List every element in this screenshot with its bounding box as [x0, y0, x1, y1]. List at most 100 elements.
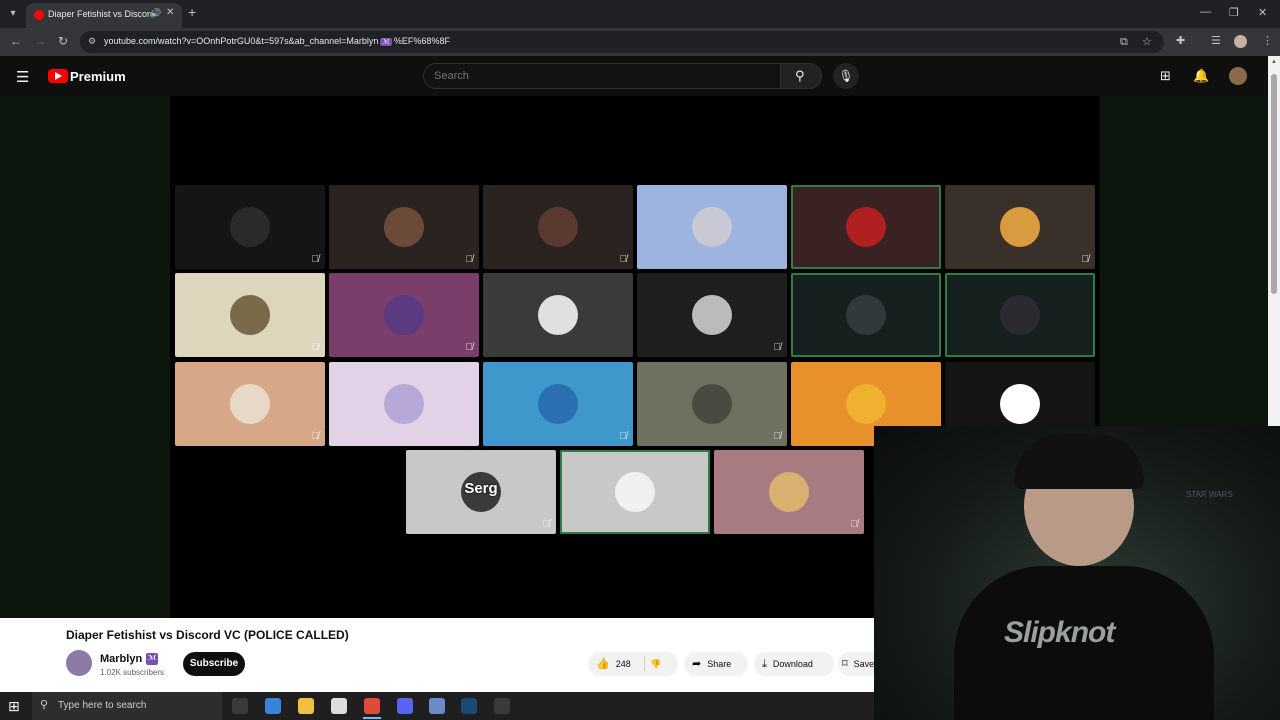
youtube-favicon-icon: [34, 10, 44, 20]
participant-avatar: [1000, 207, 1040, 247]
install-app-icon[interactable]: ⧉: [1120, 36, 1128, 49]
participant-avatar: [846, 384, 886, 424]
participant-tile: [791, 185, 941, 269]
plus-icon[interactable]: +: [188, 4, 196, 20]
search-icon: ⚲: [795, 68, 805, 83]
participant-avatar: [1000, 384, 1040, 424]
save-button[interactable]: ⌑ Save: [838, 652, 874, 676]
taskbar-search-text: Type here to search: [58, 700, 147, 711]
participant-tile: 🎙̸: [175, 273, 325, 357]
participant-avatar: [1000, 295, 1040, 335]
bookmark-icon: ⌑: [842, 658, 848, 670]
video-title: Diaper Fetishist vs Discord VC (POLICE C…: [66, 628, 349, 642]
subscribe-button[interactable]: Subscribe: [183, 652, 245, 676]
microphone-icon[interactable]: 🎙: [833, 63, 859, 89]
youtube-brand[interactable]: Premium: [70, 69, 126, 84]
muted-microphone-icon: 🎙̸: [311, 431, 320, 442]
participant-avatar: [384, 207, 424, 247]
share-label: Share: [707, 659, 732, 669]
url-main: youtube.com/watch?v=OOnhPotrGU0&t=597s&a…: [104, 36, 379, 46]
search-box[interactable]: [423, 63, 781, 89]
file-explorer-icon[interactable]: [298, 698, 314, 714]
url-text[interactable]: youtube.com/watch?v=OOnhPotrGU0&t=597s&a…: [104, 36, 450, 46]
address-bar[interactable]: ⚙ youtube.com/watch?v=OOnhPotrGU0&t=597s…: [80, 31, 1164, 53]
subscriber-count: 1.02K subscribers: [100, 668, 165, 677]
store-icon[interactable]: [331, 698, 347, 714]
download-button[interactable]: ⤓ Download: [754, 652, 834, 676]
participant-avatar: [615, 472, 655, 512]
create-video-icon[interactable]: ⊞: [1160, 68, 1171, 84]
participant-avatar: [692, 384, 732, 424]
steam-icon[interactable]: [461, 698, 477, 714]
url-badge: ℳ: [380, 38, 392, 46]
extensions-icon[interactable]: ✚: [1176, 34, 1185, 47]
participant-avatar: [769, 472, 809, 512]
obs-icon[interactable]: [494, 698, 510, 714]
channel-name-link[interactable]: Marblyn ℳ: [100, 653, 159, 666]
url-suffix: %EF%68%8F: [393, 36, 450, 46]
restore-icon[interactable]: ❐: [1229, 6, 1239, 19]
participant-tile: 🎙̸: [329, 273, 479, 357]
hamburger-menu-icon[interactable]: ☰: [16, 68, 29, 86]
channel-avatar[interactable]: [66, 650, 92, 676]
thumbs-down-icon[interactable]: 👎: [650, 652, 661, 676]
scroll-thumb[interactable]: [1271, 74, 1277, 294]
taskbar-search[interactable]: ⚲ Type here to search: [32, 692, 222, 720]
webcam-person-cap: [1014, 434, 1144, 489]
muted-microphone-icon: 🎙̸: [542, 519, 551, 530]
participant-avatar: [692, 207, 732, 247]
browser-tab[interactable]: Diaper Fetishist vs Discord 🔊 ✕: [26, 3, 182, 28]
participant-tile: [560, 450, 710, 534]
youtube-logo-icon[interactable]: [48, 69, 68, 83]
browser-toolbar: ← → ↻ ⚙ youtube.com/watch?v=OOnhPotrGU0&…: [0, 28, 1280, 56]
chrome-icon[interactable]: [364, 698, 380, 714]
search-button[interactable]: ⚲: [780, 63, 822, 89]
muted-microphone-icon: 🎙̸: [311, 254, 320, 265]
tab-strip: ▾ Diaper Fetishist vs Discord 🔊 ✕ + — ❐ …: [0, 0, 1280, 28]
tab-search-icon[interactable]: ☰: [1211, 34, 1221, 47]
task-view-icon[interactable]: [232, 698, 248, 714]
like-divider: [644, 657, 645, 671]
like-count[interactable]: 248: [616, 659, 631, 669]
participant-tile: 🎙̸: [637, 273, 787, 357]
muted-microphone-icon: 🎙̸: [311, 342, 320, 353]
shirt-print-text: Slipknot: [1004, 616, 1115, 649]
close-icon[interactable]: ✕: [166, 7, 174, 18]
app-window-icon[interactable]: [429, 698, 445, 714]
more-menu-icon[interactable]: ⋮: [1262, 34, 1273, 47]
copilot-icon[interactable]: [265, 698, 281, 714]
participant-avatar: [230, 295, 270, 335]
muted-microphone-icon: 🎙̸: [1081, 254, 1090, 265]
notifications-bell-icon[interactable]: 🔔: [1193, 68, 1209, 84]
tab-title: Diaper Fetishist vs Discord: [48, 9, 152, 19]
search-input[interactable]: [434, 70, 734, 82]
windows-start-icon[interactable]: ⊞: [8, 698, 20, 715]
participant-tile: 🎙̸: [945, 185, 1095, 269]
account-avatar[interactable]: [1229, 67, 1247, 85]
participant-avatar: [846, 295, 886, 335]
share-button[interactable]: ➦ Share: [684, 652, 748, 676]
chevron-down-icon[interactable]: ▾: [4, 5, 22, 23]
page-scrollbar[interactable]: ▲: [1268, 56, 1280, 426]
video-info-panel: Diaper Fetishist vs Discord VC (POLICE C…: [0, 618, 874, 692]
windows-taskbar: ⊞ ⚲ Type here to search: [0, 692, 874, 720]
scroll-up-arrow-icon[interactable]: ▲: [1271, 59, 1277, 65]
speaker-icon[interactable]: 🔊: [150, 8, 161, 19]
arrow-right-icon[interactable]: →: [34, 34, 46, 48]
participant-avatar: [538, 207, 578, 247]
profile-avatar-icon[interactable]: [1234, 35, 1247, 48]
muted-microphone-icon: 🎙̸: [773, 431, 782, 442]
participant-avatar: [538, 384, 578, 424]
arrow-left-icon[interactable]: ←: [10, 34, 22, 48]
wall-poster-text: STAR WARS: [1186, 490, 1233, 499]
site-info-icon[interactable]: ⚙: [88, 36, 96, 47]
bookmark-star-icon[interactable]: ☆: [1142, 35, 1152, 48]
download-label: Download: [772, 659, 813, 669]
reload-icon[interactable]: ↻: [58, 34, 68, 48]
thumbs-up-icon[interactable]: 👍: [596, 658, 610, 670]
muted-microphone-icon: 🎙̸: [850, 519, 859, 530]
minimize-icon[interactable]: —: [1200, 6, 1211, 18]
participant-tile: 🎙̸: [175, 185, 325, 269]
discord-icon[interactable]: [397, 698, 413, 714]
close-window-icon[interactable]: ✕: [1258, 6, 1267, 19]
